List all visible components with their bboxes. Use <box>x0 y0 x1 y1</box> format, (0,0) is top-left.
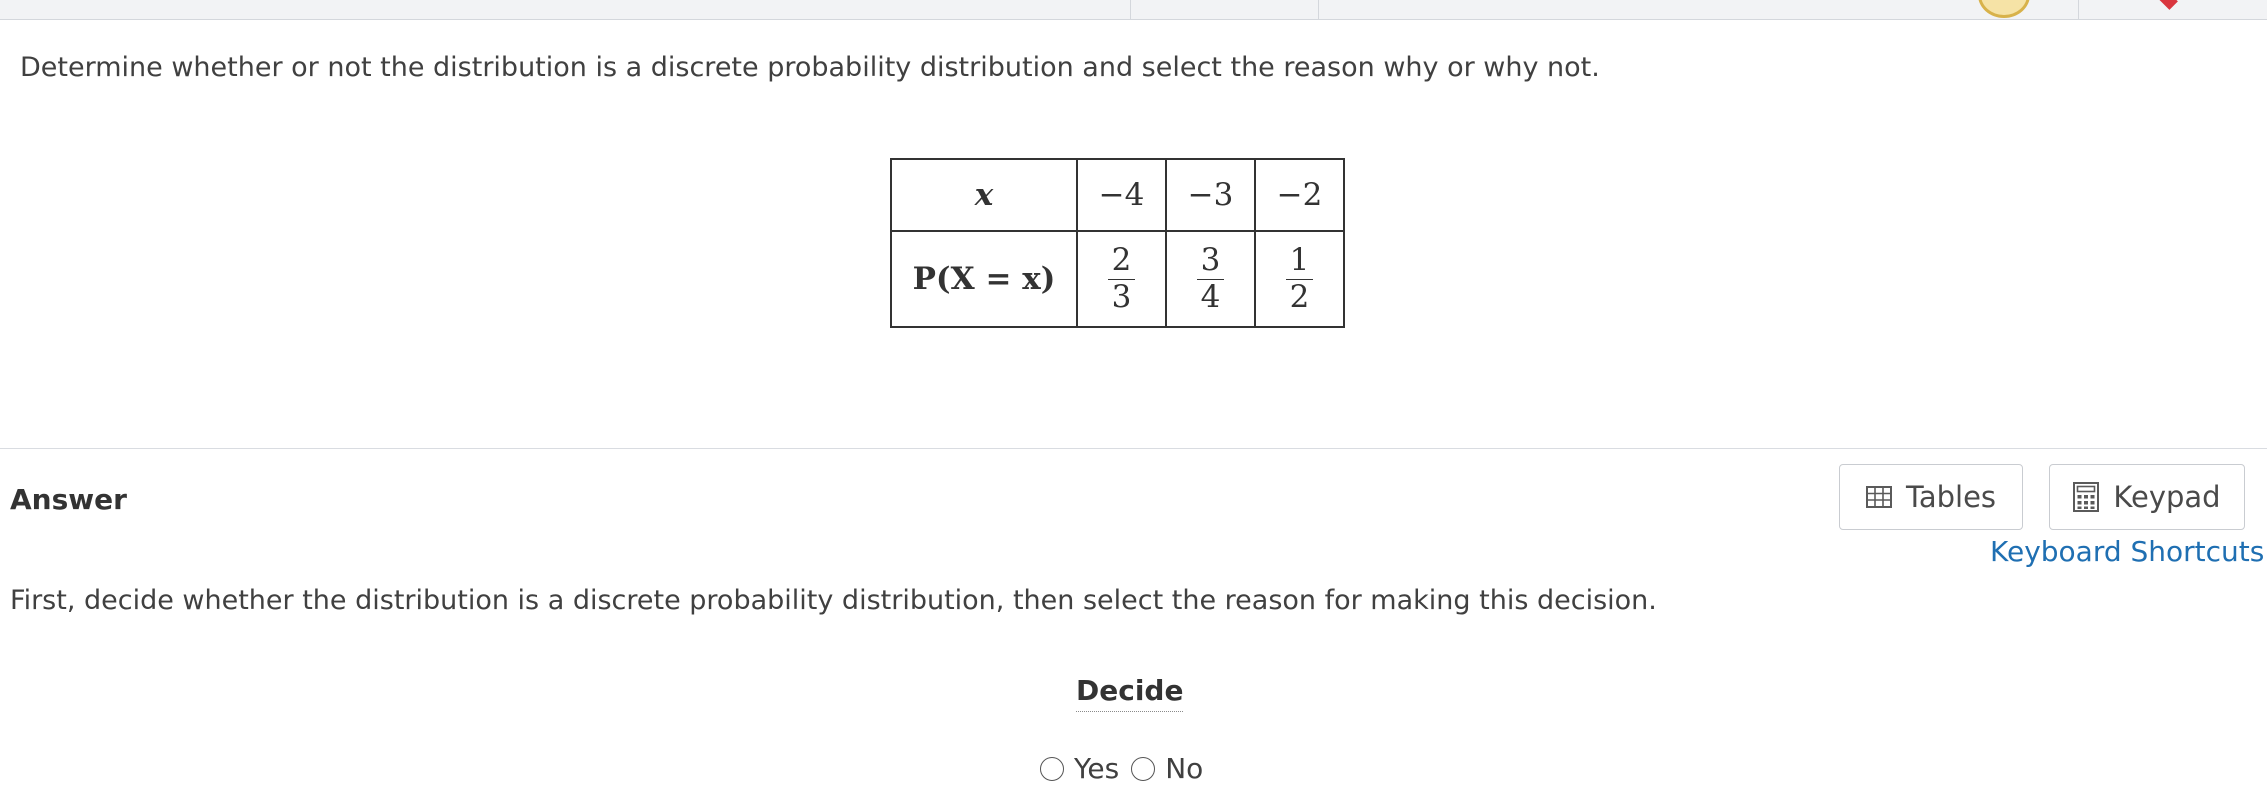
keyboard-shortcuts-link[interactable]: Keyboard Shortcuts <box>1990 535 2264 568</box>
tables-button[interactable]: Tables <box>1839 464 2023 530</box>
fraction-denominator: 4 <box>1200 278 1221 315</box>
question-text: Determine whether or not the distributio… <box>20 52 1600 83</box>
toolbar-divider <box>1318 0 1319 19</box>
decide-radio-group: Yes No <box>1040 752 1215 785</box>
x-header: x <box>890 158 1078 232</box>
option-no-label: No <box>1165 752 1204 785</box>
radio-yes[interactable] <box>1040 756 1064 781</box>
toolbar-divider <box>1130 0 1131 19</box>
keypad-button[interactable]: Keypad <box>2049 464 2245 530</box>
option-yes[interactable]: Yes <box>1040 752 1119 785</box>
coin-icon[interactable] <box>1978 0 2030 18</box>
instruction-text: First, decide whether the distribution i… <box>10 585 1657 616</box>
fraction-denominator: 3 <box>1111 278 1132 315</box>
table-row: x −4 −3 −2 <box>890 158 1345 232</box>
table-grid-icon <box>1865 486 1892 508</box>
answer-heading: Answer <box>10 483 127 516</box>
top-toolbar <box>0 0 2267 20</box>
probability-header: P(X = x) <box>890 230 1078 328</box>
distribution-table: x −4 −3 −2 P(X = x) 2 3 3 4 1 2 <box>890 158 1345 328</box>
fraction-numerator: 3 <box>1196 242 1225 280</box>
x-value-cell: −3 <box>1165 158 1256 232</box>
probability-cell: 2 3 <box>1076 230 1167 328</box>
fraction-numerator: 2 <box>1107 242 1136 280</box>
option-yes-label: Yes <box>1074 752 1120 785</box>
x-value-cell: −4 <box>1076 158 1167 232</box>
tables-button-label: Tables <box>1905 480 1997 514</box>
fraction-numerator: 1 <box>1285 242 1314 280</box>
x-value-cell: −2 <box>1254 158 1345 232</box>
probability-cell: 1 2 <box>1254 230 1345 328</box>
fraction: 3 4 <box>1196 242 1225 315</box>
bookmark-icon[interactable] <box>2158 0 2178 10</box>
keypad-button-label: Keypad <box>2113 480 2221 514</box>
table-row: P(X = x) 2 3 3 4 1 2 <box>890 230 1345 328</box>
fraction: 1 2 <box>1285 242 1314 315</box>
section-divider <box>0 448 2267 449</box>
radio-no[interactable] <box>1131 756 1156 781</box>
probability-cell: 3 4 <box>1165 230 1256 328</box>
fraction: 2 3 <box>1107 242 1136 315</box>
decide-label: Decide <box>1076 674 1184 712</box>
calculator-icon <box>2073 482 2100 512</box>
option-no[interactable]: No <box>1131 752 1203 785</box>
fraction-denominator: 2 <box>1289 278 1310 315</box>
toolbar-divider <box>2078 0 2079 19</box>
